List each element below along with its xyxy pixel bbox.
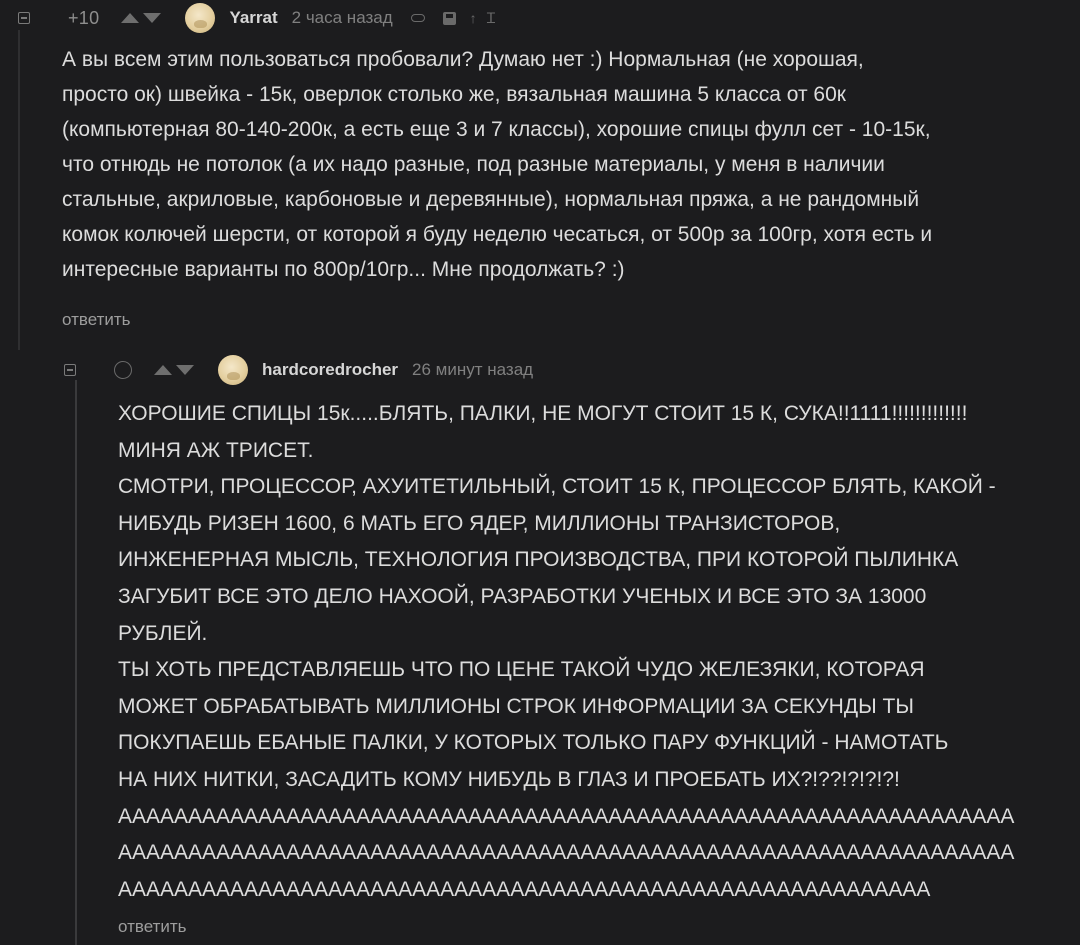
reply-link[interactable]: ответить xyxy=(62,310,131,330)
comment-line: А вы всем этим пользоваться пробовали? Д… xyxy=(62,48,864,71)
comment-line: ПОКУПАЕШЬ ЕБАНЫЕ ПАЛКИ, У КОТОРЫХ ТОЛЬКО… xyxy=(118,731,949,755)
comment-header: +10 Yarrat 2 часа назад ↑ Ꮖ xyxy=(0,2,496,34)
downvote-icon[interactable] xyxy=(143,13,162,23)
timestamp[interactable]: 2 часа назад xyxy=(292,8,393,28)
comment-line: ИНЖЕНЕРНАЯ МЫСЛЬ, ТЕХНОЛОГИЯ ПРОИЗВОДСТВ… xyxy=(118,548,959,572)
upvote-icon[interactable] xyxy=(121,13,140,23)
comment-line: НА НИХ НИТКИ, ЗАСАДИТЬ КОМУ НИБУДЬ В ГЛА… xyxy=(118,767,900,791)
thread-line xyxy=(75,380,77,945)
comment-line: просто ок) швейка - 15к, оверлок столько… xyxy=(62,83,846,106)
collapse-icon[interactable] xyxy=(18,12,30,24)
reply-link[interactable]: ответить xyxy=(118,917,187,937)
comment-line: что отнюдь не потолок (а их надо разные,… xyxy=(62,153,885,176)
cursor-icon[interactable]: Ꮖ xyxy=(487,10,496,27)
comment-body: ХОРОШИЕ СПИЦЫ 15к.....БЛЯТЬ, ПАЛКИ, НЕ М… xyxy=(118,396,1058,908)
timestamp[interactable]: 26 минут назад xyxy=(412,360,533,380)
up-arrow-icon[interactable]: ↑ xyxy=(470,10,477,26)
comment-line: АААААААААААААААААААААААААААААААААААААААА… xyxy=(118,877,931,901)
comment-body: А вы всем этим пользоваться пробовали? Д… xyxy=(62,42,1062,287)
save-icon[interactable] xyxy=(442,11,456,25)
rating-value: +10 xyxy=(68,7,100,28)
avatar[interactable] xyxy=(185,3,216,33)
avatar[interactable] xyxy=(218,355,248,385)
comment-line: НИБУДЬ РИЗЕН 1600, 6 МАТЬ ЕГО ЯДЕР, МИЛЛ… xyxy=(118,511,841,535)
username[interactable]: hardcoredrocher xyxy=(262,360,398,380)
comment-line: АААААААААААААААААААААААААААААААААААААААА… xyxy=(118,804,1015,828)
circle-icon[interactable] xyxy=(114,361,132,379)
comment-line: комок колючей шерсти, от которой я буду … xyxy=(62,223,933,246)
upvote-icon[interactable] xyxy=(154,365,172,375)
comment-line: СМОТРИ, ПРОЦЕССОР, АХУИТЕТИЛЬНЫЙ, СТОИТ … xyxy=(118,475,996,499)
downvote-icon[interactable] xyxy=(176,365,194,375)
comment-line: МИНЯ АЖ ТРИСЕТ. xyxy=(118,438,314,462)
comment-line: ТЫ ХОТЬ ПРЕДСТАВЛЯЕШЬ ЧТО ПО ЦЕНЕ ТАКОЙ … xyxy=(118,658,925,682)
comment-line: ЗАГУБИТ ВСЕ ЭТО ДЕЛО НАХООЙ, РАЗРАБОТКИ … xyxy=(118,584,927,608)
comment-line: АААААААААААААААААААААААААААААААААААААААА… xyxy=(118,841,1015,865)
comment-line: РУБЛЕЙ. xyxy=(118,621,208,645)
comment-line: ХОРОШИЕ СПИЦЫ 15к.....БЛЯТЬ, ПАЛКИ, НЕ М… xyxy=(118,402,968,425)
comment-line: интересные варианты по 800р/10гр... Мне … xyxy=(62,258,625,281)
comment-line: МОЖЕТ ОБРАБАТЫВАТЬ МИЛЛИОНЫ СТРОК ИНФОРМ… xyxy=(118,694,914,718)
username[interactable]: Yarrat xyxy=(229,8,277,28)
collapse-icon[interactable] xyxy=(64,364,76,376)
comment-line: стальные, акриловые, карбоновые и деревя… xyxy=(62,188,920,211)
comment-line: (компьютерная 80-140-200к, а есть еще 3 … xyxy=(62,118,931,141)
comment-header: hardcoredrocher 26 минут назад xyxy=(64,354,533,386)
link-icon[interactable] xyxy=(410,14,425,22)
thread-line xyxy=(18,30,20,350)
